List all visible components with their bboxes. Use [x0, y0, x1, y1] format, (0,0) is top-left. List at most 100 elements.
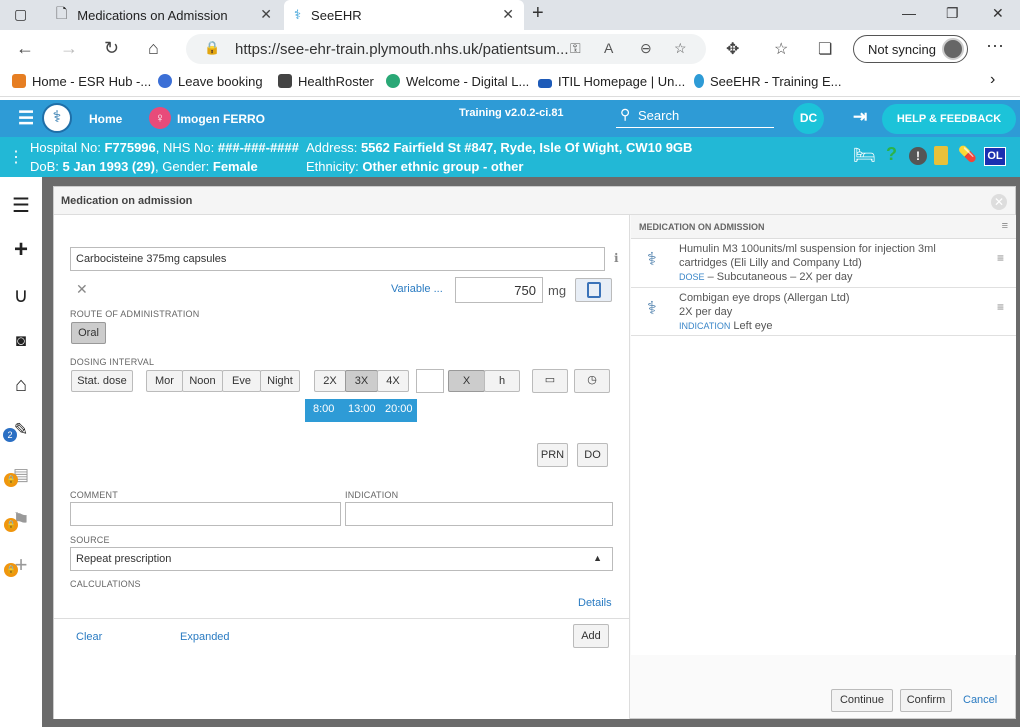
dropdown-arrow-icon: ▲ — [593, 553, 602, 563]
dose-input[interactable]: 750 — [455, 277, 543, 303]
help-feedback-button[interactable]: HELP & FEEDBACK — [882, 104, 1016, 134]
source-value: Repeat prescription — [76, 553, 172, 565]
clock-icon: ◷ — [587, 374, 597, 386]
variable-dose-link[interactable]: Variable ... — [391, 283, 443, 295]
back-icon[interactable]: ← — [16, 38, 34, 59]
time-slot-1[interactable]: 8:00 — [313, 403, 334, 415]
do-button[interactable]: DO — [577, 443, 608, 467]
clear-medication-icon[interactable]: ✕ — [76, 281, 88, 298]
favorites-icon[interactable]: ☆ — [774, 39, 788, 59]
address-bar[interactable]: 🔒 https://see-ehr-train.plymouth.nhs.uk/… — [186, 34, 706, 64]
favorite-add-icon[interactable]: ☆ — [674, 40, 687, 57]
collections-icon[interactable]: ❏ — [818, 39, 832, 59]
calculations-label: CALCULATIONS — [70, 579, 141, 589]
comment-input[interactable] — [70, 502, 341, 526]
forward-icon[interactable]: → — [60, 38, 78, 59]
sync-status-button[interactable]: Not syncing — [853, 35, 968, 63]
logout-icon[interactable]: ⇥ — [853, 107, 867, 127]
home-icon[interactable]: ⌂ — [148, 38, 159, 59]
add-button[interactable]: Add — [573, 624, 609, 648]
time-slot-3[interactable]: 20:00 — [385, 403, 413, 415]
schedule-button[interactable]: ◷ — [574, 369, 610, 393]
user-avatar[interactable]: DC — [793, 103, 824, 134]
search-input[interactable]: ⚲ Search — [616, 105, 774, 128]
pill-icon[interactable]: 💊 — [958, 145, 977, 163]
details-link[interactable]: Details — [578, 597, 612, 609]
ol-badge[interactable]: OL — [984, 147, 1006, 166]
question-icon[interactable]: ? — [886, 144, 897, 165]
close-tab-icon[interactable]: ✕ — [502, 6, 514, 23]
bookmarks-more-icon[interactable]: › — [990, 71, 995, 89]
info-icon[interactable]: ℹ — [614, 251, 619, 265]
cancel-link[interactable]: Cancel — [963, 694, 997, 706]
add-icon[interactable]: + — [10, 238, 32, 262]
lock-icon: 🔒 — [204, 40, 221, 55]
item-menu-icon[interactable]: ≡ — [997, 251, 1004, 265]
house-icon[interactable]: ⌂ — [10, 374, 32, 396]
expanded-link[interactable]: Expanded — [180, 631, 230, 643]
menu-icon[interactable]: ☰ — [18, 108, 34, 129]
freq-3x-button[interactable]: 3X — [345, 370, 378, 392]
medication-input[interactable]: Carbocisteine 375mg capsules — [70, 247, 605, 271]
patient-name[interactable]: Imogen FERRO — [177, 112, 265, 126]
confirm-button[interactable]: Confirm — [900, 689, 952, 712]
stethoscope-icon[interactable]: ∪ — [10, 285, 32, 307]
freq-4x-button[interactable]: 4X — [377, 370, 409, 392]
night-button[interactable]: Night — [260, 370, 300, 392]
custom-x-button[interactable]: X — [448, 370, 485, 392]
med-list-item[interactable]: ⚕ Humulin M3 100units/ml suspension for … — [631, 239, 1016, 288]
calculator-button[interactable] — [575, 278, 612, 302]
list-icon[interactable]: ☰ — [10, 195, 32, 217]
close-window-icon[interactable]: ✕ — [992, 5, 1004, 22]
custom-hours-button[interactable]: h — [484, 370, 520, 392]
evening-button[interactable]: Eve — [222, 370, 261, 392]
close-tab-icon[interactable]: ✕ — [260, 6, 272, 23]
bookmark-esr-hub[interactable]: Home - ESR Hub -... — [12, 74, 151, 89]
noon-button[interactable]: Noon — [182, 370, 223, 392]
route-oral-button[interactable]: Oral — [71, 322, 106, 344]
alert-icon[interactable]: ! — [909, 147, 927, 165]
bookmark-itil[interactable]: ITIL Homepage | Un... — [538, 74, 685, 89]
list-menu-icon[interactable]: ≡ — [1002, 220, 1008, 232]
zoom-icon[interactable]: ⊖ — [640, 40, 652, 57]
close-dialog-icon[interactable]: ✕ — [991, 194, 1007, 210]
browser-tab-seeehr[interactable]: ⚕ SeeEHR ✕ — [284, 0, 524, 30]
morning-button[interactable]: Mor — [146, 370, 183, 392]
bed-icon[interactable]: 🛏 — [853, 145, 876, 166]
med-list-header: MEDICATION ON ADMISSION ≡ — [631, 215, 1016, 239]
home-link[interactable]: Home — [89, 112, 122, 126]
more-icon[interactable]: ⋯ — [986, 36, 1004, 57]
camera-icon[interactable]: ◙ — [10, 330, 32, 352]
browser-toolbar: ← → ↻ ⌂ 🔒 https://see-ehr-train.plymouth… — [0, 30, 1020, 68]
prn-button[interactable]: PRN — [537, 443, 568, 467]
minimize-icon[interactable]: — — [902, 5, 916, 21]
key-icon[interactable]: ⚿ — [570, 40, 581, 57]
stat-dose-button[interactable]: Stat. dose — [71, 370, 133, 392]
bookmark-seeehr-training[interactable]: SeeEHR - Training E... — [694, 74, 842, 89]
patient-menu-icon[interactable]: ⋮ — [8, 147, 24, 167]
continue-button[interactable]: Continue — [831, 689, 893, 712]
bookmark-healthroster[interactable]: HealthRoster — [278, 74, 374, 89]
source-select[interactable]: Repeat prescription ▲ — [70, 547, 613, 571]
clear-link[interactable]: Clear — [76, 631, 102, 643]
tab-actions-icon[interactable]: ▢ — [14, 6, 27, 23]
bookmark-icon — [538, 79, 552, 88]
custom-frequency-input[interactable] — [416, 369, 444, 393]
extensions-icon[interactable]: ✥ — [726, 39, 739, 59]
freq-2x-button[interactable]: 2X — [314, 370, 346, 392]
browser-tab-bar: ▢ 🗋 Medications on Admission ✕ ⚕ SeeEHR … — [0, 0, 1020, 30]
bookmark-digital-learning[interactable]: Welcome - Digital L... — [386, 74, 529, 89]
refresh-icon[interactable]: ↻ — [104, 38, 119, 59]
new-tab-icon[interactable]: + — [532, 2, 544, 25]
restore-icon[interactable]: ❐ — [946, 5, 959, 22]
med-list-item[interactable]: ⚕ Combigan eye drops (Allergan Ltd) 2X p… — [631, 288, 1016, 336]
bookmark-leave-booking[interactable]: Leave booking — [158, 74, 263, 89]
browser-tab-medications[interactable]: 🗋 Medications on Admission ✕ — [46, 0, 282, 30]
clipboard-icon[interactable] — [934, 146, 948, 165]
read-aloud-icon[interactable]: A — [604, 40, 613, 56]
calendar-button[interactable]: ▭ — [532, 369, 568, 393]
indication-input[interactable] — [345, 502, 613, 526]
time-slot-2[interactable]: 13:00 — [348, 403, 376, 415]
lock-icon: 🔒 — [4, 518, 18, 532]
item-menu-icon[interactable]: ≡ — [997, 300, 1004, 314]
